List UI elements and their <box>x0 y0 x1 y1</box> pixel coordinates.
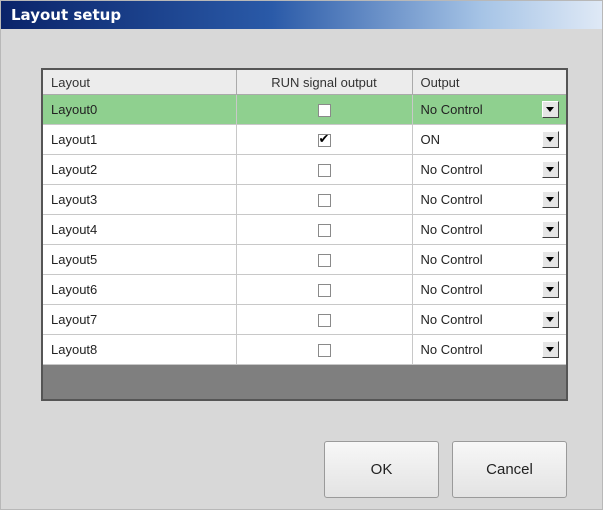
run-signal-cell <box>236 304 413 335</box>
table-row[interactable]: Layout5 No Control <box>43 244 566 275</box>
run-signal-cell <box>236 94 413 125</box>
layout-name-cell[interactable]: Layout7 <box>43 304 237 335</box>
cancel-button[interactable]: Cancel <box>452 441 567 498</box>
checkmark-icon: ✔ <box>318 132 330 148</box>
output-value: No Control <box>420 342 483 357</box>
layout-name-cell[interactable]: Layout4 <box>43 214 237 245</box>
table-row[interactable]: Layout1 ✔ ON <box>43 124 566 155</box>
run-signal-checkbox[interactable] <box>317 104 331 118</box>
output-select[interactable]: No Control <box>412 304 566 335</box>
layout-name-cell[interactable]: Layout2 <box>43 154 237 185</box>
output-value: ON <box>420 132 441 147</box>
layout-name-cell[interactable]: Layout0 <box>43 94 237 125</box>
dropdown-button[interactable] <box>541 191 559 208</box>
run-signal-checkbox[interactable] <box>317 224 331 238</box>
run-signal-cell <box>236 214 413 245</box>
chevron-down-icon <box>545 137 554 142</box>
output-value: No Control <box>420 312 483 327</box>
dropdown-button[interactable] <box>541 221 559 238</box>
output-value: No Control <box>420 192 483 207</box>
table-row[interactable]: Layout4 No Control <box>43 214 566 245</box>
chevron-down-icon <box>545 197 554 202</box>
output-select[interactable]: No Control <box>412 184 566 215</box>
run-signal-checkbox[interactable] <box>317 194 331 208</box>
run-signal-checkbox[interactable] <box>317 254 331 268</box>
layout-name-cell[interactable]: Layout1 <box>43 124 237 155</box>
run-signal-cell: ✔ <box>236 124 413 155</box>
output-value: No Control <box>420 282 483 297</box>
run-signal-checkbox[interactable] <box>317 344 331 358</box>
output-select[interactable]: No Control <box>412 94 566 125</box>
column-header-run-signal[interactable]: RUN signal output <box>236 70 413 95</box>
output-select[interactable]: No Control <box>412 244 566 275</box>
chevron-down-icon <box>545 287 554 292</box>
dropdown-button[interactable] <box>541 251 559 268</box>
chevron-down-icon <box>545 347 554 352</box>
layout-grid: Layout RUN signal output Output Layout0 N… <box>41 68 568 401</box>
layout-name-cell[interactable]: Layout8 <box>43 334 237 365</box>
chevron-down-icon <box>545 167 554 172</box>
run-signal-cell <box>236 184 413 215</box>
table-row[interactable]: Layout3 No Control <box>43 184 566 215</box>
table-row[interactable]: Layout0 No Control <box>43 94 566 125</box>
dropdown-button[interactable] <box>541 131 559 148</box>
run-signal-cell <box>236 334 413 365</box>
column-header-output[interactable]: Output <box>412 70 566 95</box>
run-signal-cell <box>236 274 413 305</box>
run-signal-checkbox[interactable] <box>317 284 331 298</box>
ok-button[interactable]: OK <box>324 441 439 498</box>
layout-setup-dialog: Layout setup Layout RUN signal output Ou… <box>0 0 603 510</box>
table-body: Layout0 No Control Layout1 ✔ ON Layout2 No Con… <box>43 94 566 365</box>
dialog-title: Layout setup <box>1 1 602 29</box>
output-value: No Control <box>420 222 483 237</box>
run-signal-cell <box>236 154 413 185</box>
table-row[interactable]: Layout2 No Control <box>43 154 566 185</box>
dropdown-button[interactable] <box>541 341 559 358</box>
run-signal-checkbox[interactable] <box>317 164 331 178</box>
chevron-down-icon <box>545 107 554 112</box>
dropdown-button[interactable] <box>541 311 559 328</box>
chevron-down-icon <box>545 317 554 322</box>
output-value: No Control <box>420 252 483 267</box>
output-select[interactable]: No Control <box>412 334 566 365</box>
output-value: No Control <box>420 102 483 117</box>
output-select[interactable]: No Control <box>412 274 566 305</box>
run-signal-checkbox[interactable] <box>317 314 331 328</box>
output-select[interactable]: ON <box>412 124 566 155</box>
output-select[interactable]: No Control <box>412 154 566 185</box>
layout-name-cell[interactable]: Layout6 <box>43 274 237 305</box>
layout-table: Layout RUN signal output Output Layout0 N… <box>43 70 566 365</box>
table-row[interactable]: Layout8 No Control <box>43 334 566 365</box>
run-signal-cell <box>236 244 413 275</box>
dropdown-button[interactable] <box>541 281 559 298</box>
layout-name-cell[interactable]: Layout3 <box>43 184 237 215</box>
table-row[interactable]: Layout6 No Control <box>43 274 566 305</box>
dropdown-button[interactable] <box>541 161 559 178</box>
table-header-row: Layout RUN signal output Output <box>43 70 566 95</box>
column-header-layout[interactable]: Layout <box>43 70 237 95</box>
chevron-down-icon <box>545 227 554 232</box>
run-signal-checkbox[interactable]: ✔ <box>317 132 331 148</box>
layout-name-cell[interactable]: Layout5 <box>43 244 237 275</box>
table-row[interactable]: Layout7 No Control <box>43 304 566 335</box>
chevron-down-icon <box>545 257 554 262</box>
output-value: No Control <box>420 162 483 177</box>
output-select[interactable]: No Control <box>412 214 566 245</box>
dropdown-button[interactable] <box>541 101 559 118</box>
